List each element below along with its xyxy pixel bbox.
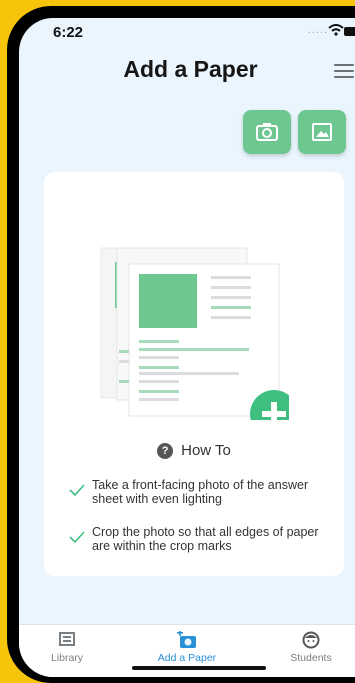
question-icon: ?: [157, 442, 174, 459]
tab-label: Add a Paper: [157, 652, 217, 664]
tab-add-paper[interactable]: Add a Paper: [137, 631, 237, 664]
student-face-icon: [302, 631, 320, 649]
status-time: 6:22: [53, 24, 84, 41]
how-to-heading: ? How To: [44, 442, 344, 459]
instructions-card: ? How To Take a front-facing photo of th…: [44, 172, 344, 576]
camera-icon: [256, 123, 278, 141]
image-icon: [312, 123, 332, 141]
home-indicator: [132, 666, 266, 670]
how-to-label: How To: [181, 442, 231, 459]
library-icon: [59, 632, 75, 646]
tab-library[interactable]: Library: [19, 631, 117, 664]
camera-plus-icon: [177, 631, 196, 648]
wifi-icon: [328, 24, 344, 36]
tip-text: Take a front-facing photo of the answer …: [92, 478, 309, 506]
tip-text: Crop the photo so that all edges of pape…: [92, 525, 319, 553]
check-icon: [69, 484, 85, 496]
screen: 6:22 ..... Add a Paper ? How To Take a f…: [19, 18, 355, 677]
tab-label: Library: [50, 652, 84, 664]
paper-illustration: [100, 247, 289, 420]
battery-icon: [344, 27, 355, 36]
take-photo-button[interactable]: [243, 110, 291, 154]
tab-label: Students: [290, 652, 332, 664]
page-title: Add a Paper: [123, 56, 258, 82]
choose-image-button[interactable]: [298, 110, 346, 154]
check-icon: [69, 531, 85, 543]
tab-students[interactable]: Students: [261, 631, 355, 664]
tip-item: Crop the photo so that all edges of pape…: [66, 525, 326, 553]
status-bar: 6:22 .....: [19, 18, 355, 54]
phone-frame: 6:22 ..... Add a Paper ? How To Take a f…: [7, 6, 355, 683]
tip-item: Take a front-facing photo of the answer …: [66, 478, 326, 506]
signal-dots: .....: [307, 24, 328, 36]
menu-icon[interactable]: [334, 64, 354, 82]
